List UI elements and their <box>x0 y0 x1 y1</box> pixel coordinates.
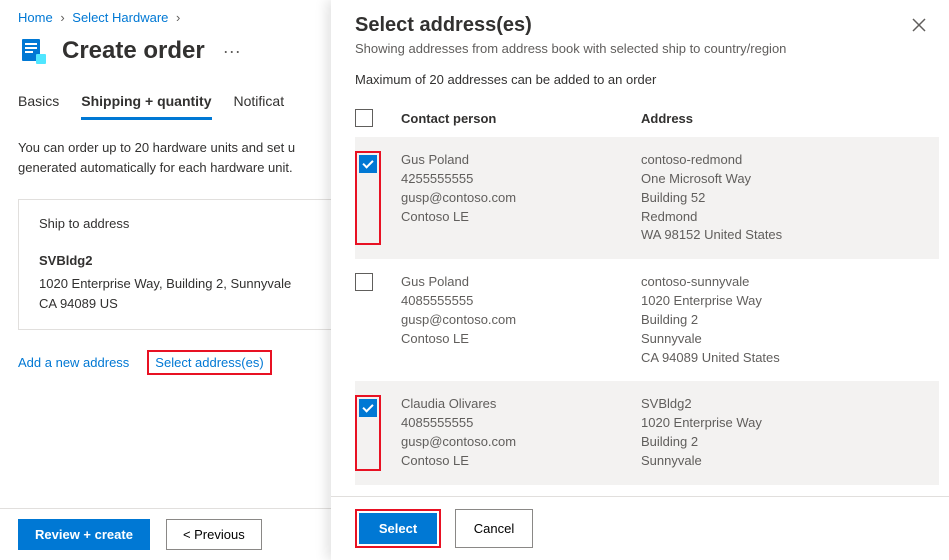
table-row[interactable]: Gus Poland 4255555555 gusp@contoso.com C… <box>355 137 939 259</box>
panel-title: Select address(es) <box>355 14 925 37</box>
table-row[interactable]: Gus Poland 4085555555 gusp@contoso.com C… <box>355 259 939 381</box>
previous-button[interactable]: < Previous <box>166 519 262 550</box>
address-table: Contact person Address Gus Poland 425555… <box>331 103 949 496</box>
breadcrumb-select-hardware[interactable]: Select Hardware <box>72 10 168 25</box>
highlight-box: Select address(es) <box>147 350 271 375</box>
breadcrumb-home[interactable]: Home <box>18 10 53 25</box>
select-all-checkbox[interactable] <box>355 109 373 127</box>
tab-shipping-quantity[interactable]: Shipping + quantity <box>81 87 211 120</box>
col-header-contact: Contact person <box>401 111 641 126</box>
highlight-box <box>355 395 381 470</box>
order-icon <box>18 35 50 67</box>
contact-cell: Gus Poland 4085555555 gusp@contoso.com C… <box>401 273 641 367</box>
panel-footer: Select Cancel <box>331 496 949 560</box>
more-button[interactable]: ··· <box>217 41 247 62</box>
contact-cell: Claudia Olivares 4085555555 gusp@contoso… <box>401 395 641 470</box>
address-cell: contoso-sunnyvale 1020 Enterprise Way Bu… <box>641 273 931 367</box>
panel-note: Maximum of 20 addresses can be added to … <box>331 66 949 103</box>
select-addresses-link[interactable]: Select address(es) <box>155 355 263 370</box>
review-create-button[interactable]: Review + create <box>18 519 150 550</box>
col-header-address: Address <box>641 111 939 126</box>
panel-subtitle: Showing addresses from address book with… <box>355 41 925 56</box>
close-icon[interactable] <box>907 14 931 38</box>
row-checkbox[interactable] <box>359 155 377 173</box>
highlight-box: Select <box>355 509 441 548</box>
row-checkbox[interactable] <box>359 399 377 417</box>
table-header: Contact person Address <box>355 103 939 137</box>
cancel-button[interactable]: Cancel <box>455 509 533 548</box>
contact-cell: Gus Poland 4255555555 gusp@contoso.com C… <box>401 151 641 245</box>
table-row[interactable]: Claudia Olivares 4085555555 gusp@contoso… <box>355 381 939 484</box>
row-checkbox[interactable] <box>355 273 373 291</box>
select-address-panel: Select address(es) Showing addresses fro… <box>331 0 949 560</box>
highlight-box <box>355 151 381 245</box>
panel-header: Select address(es) Showing addresses fro… <box>331 0 949 66</box>
select-button[interactable]: Select <box>359 513 437 544</box>
page-title: Create order <box>62 37 205 65</box>
address-cell: contoso-redmond One Microsoft Way Buildi… <box>641 151 931 245</box>
chevron-right-icon: › <box>60 10 64 25</box>
tab-notifications[interactable]: Notificat <box>234 87 285 120</box>
tab-basics[interactable]: Basics <box>18 87 59 120</box>
address-cell: SVBldg2 1020 Enterprise Way Building 2 S… <box>641 395 931 470</box>
add-new-address-link[interactable]: Add a new address <box>18 355 129 370</box>
chevron-right-icon: › <box>176 10 180 25</box>
